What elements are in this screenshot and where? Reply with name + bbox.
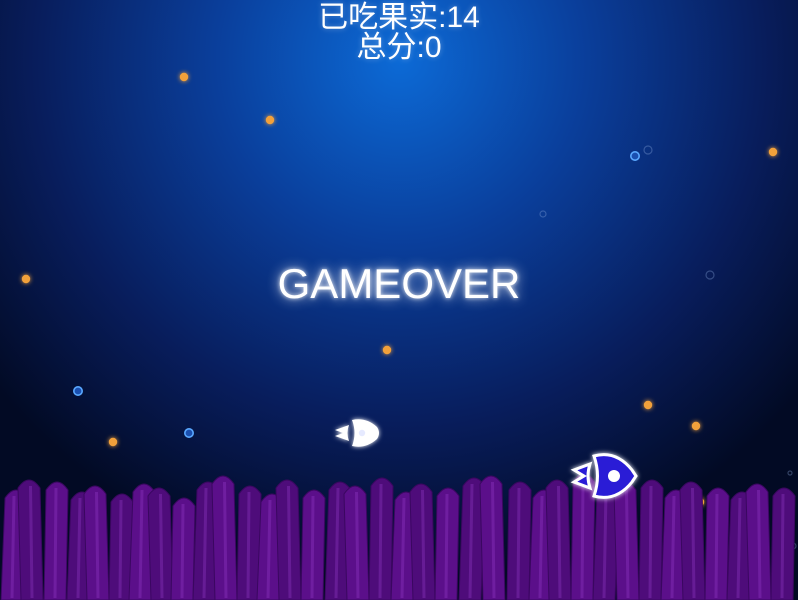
anemone-highlight: [648, 485, 653, 599]
anemone-highlight: [355, 491, 360, 599]
anemone-highlight: [95, 491, 100, 599]
anemone-highlight: [180, 503, 185, 599]
orange-fruit-icon: [382, 345, 392, 355]
anemone-highlight: [223, 481, 228, 599]
anemone-highlight: [444, 493, 449, 599]
anemone-highlight: [580, 479, 585, 599]
player-fish-eye: [608, 470, 620, 482]
anemone-highlight: [287, 485, 292, 599]
anemone-highlight: [400, 497, 406, 599]
anemone-highlight: [246, 491, 251, 599]
anemone-highlight: [691, 487, 696, 599]
anemone-highlight: [378, 483, 383, 599]
anemone-highlight: [538, 495, 544, 599]
anemone-highlight: [757, 489, 762, 599]
anemone-highlight: [468, 483, 474, 599]
total-score-value: 0: [424, 31, 442, 64]
total-score-counter: 总分:0: [0, 32, 798, 64]
anemone-highlight: [202, 487, 208, 599]
anemone-highlight: [602, 491, 608, 599]
baby-fish-eye: [358, 429, 366, 437]
anemone-highlight: [76, 497, 82, 599]
anemone-highlight: [118, 499, 123, 599]
blue-fruit-icon: [184, 427, 195, 438]
orange-fruit-icon: [265, 115, 275, 125]
anemone-highlight: [491, 481, 496, 599]
orange-fruit-icon: [643, 400, 653, 410]
anemone-highlight: [557, 485, 562, 599]
anemone-highlight: [670, 495, 676, 599]
anemone-highlight: [159, 493, 164, 599]
anemone-highlight: [53, 487, 58, 599]
total-score-label: 总分:: [356, 31, 425, 64]
anemone-highlight: [138, 489, 144, 599]
anemone-highlight: [29, 485, 34, 599]
anemone-highlight: [516, 487, 521, 599]
fruits-eaten-value: 14: [446, 1, 480, 34]
anemone-highlight: [714, 493, 719, 599]
anemone-highlight: [10, 495, 16, 599]
gameover-banner: GAMEOVER: [277, 260, 521, 307]
blue-fruit-icon: [629, 151, 640, 162]
orange-fruit-icon: [691, 421, 701, 431]
anemone-highlight: [421, 489, 426, 599]
anemone-highlight: [736, 497, 742, 599]
fruits-eaten-label: 已吃果实:: [318, 1, 447, 34]
blue-fruit-icon: [73, 385, 84, 396]
anemone-highlight: [625, 487, 630, 599]
game-scene[interactable]: 已吃果实:14 总分:0 GAMEOVER: [0, 0, 798, 600]
anemone-highlight: [266, 499, 272, 599]
anemone-highlight: [310, 495, 315, 599]
orange-fruit-icon: [108, 437, 118, 447]
anemone-highlight: [334, 487, 340, 599]
anemone-highlight: [780, 493, 785, 599]
orange-fruit-icon: [179, 72, 189, 82]
fruits-eaten-counter: 已吃果实:14: [0, 2, 798, 34]
orange-fruit-icon: [768, 147, 778, 157]
